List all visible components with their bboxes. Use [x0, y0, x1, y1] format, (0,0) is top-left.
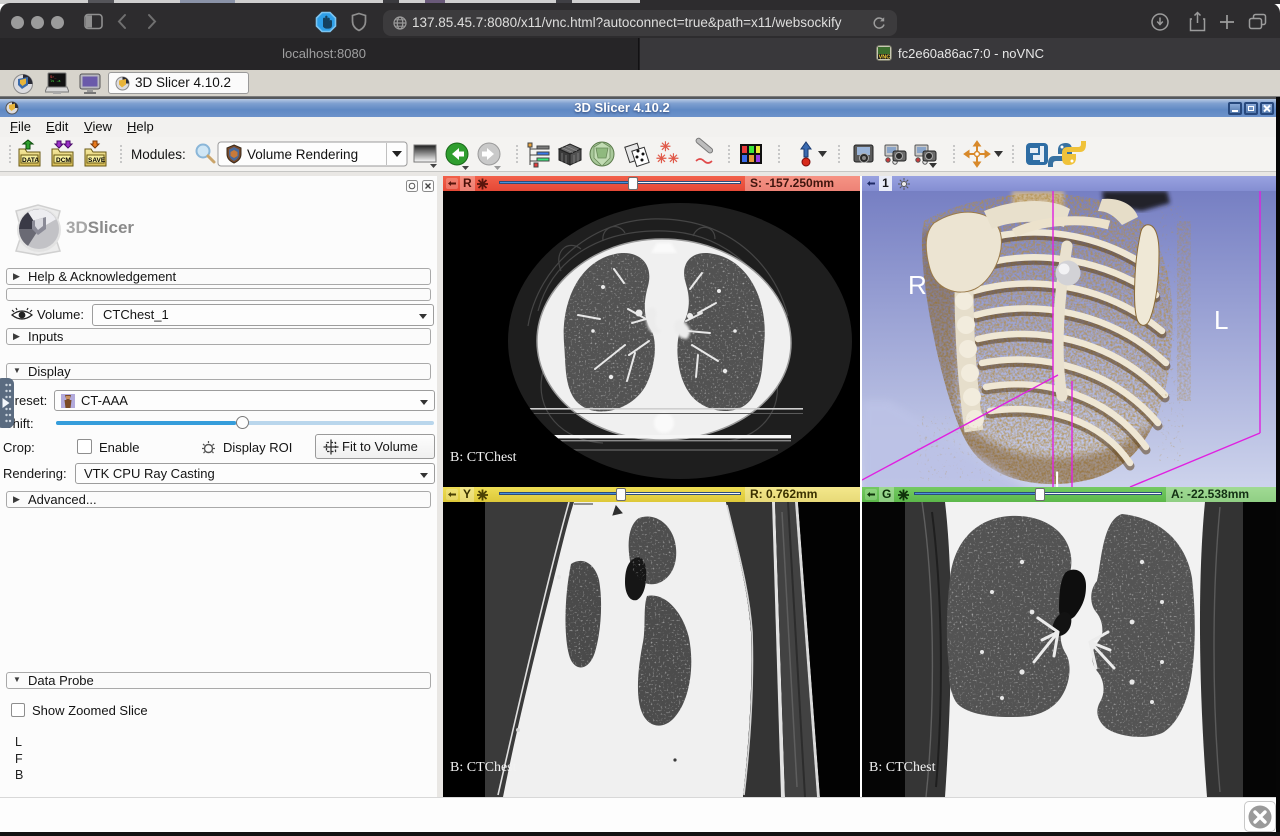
svg-text:DATA: DATA [22, 157, 39, 164]
svg-text:DCM: DCM [56, 157, 71, 164]
svg-text:VNC: VNC [879, 55, 891, 61]
svg-text:ls -a: ls -a [50, 79, 61, 84]
svg-text:R: R [908, 270, 927, 300]
svg-text:Volume Rendering: Volume Rendering [247, 147, 358, 162]
svg-text:I: I [1054, 467, 1060, 487]
svg-text:✳: ✳ [668, 151, 679, 166]
svg-text:SAVE: SAVE [88, 157, 106, 164]
svg-text:Modules:: Modules: [131, 147, 186, 162]
svg-text:✳: ✳ [656, 151, 667, 166]
svg-text:L: L [1214, 305, 1228, 335]
